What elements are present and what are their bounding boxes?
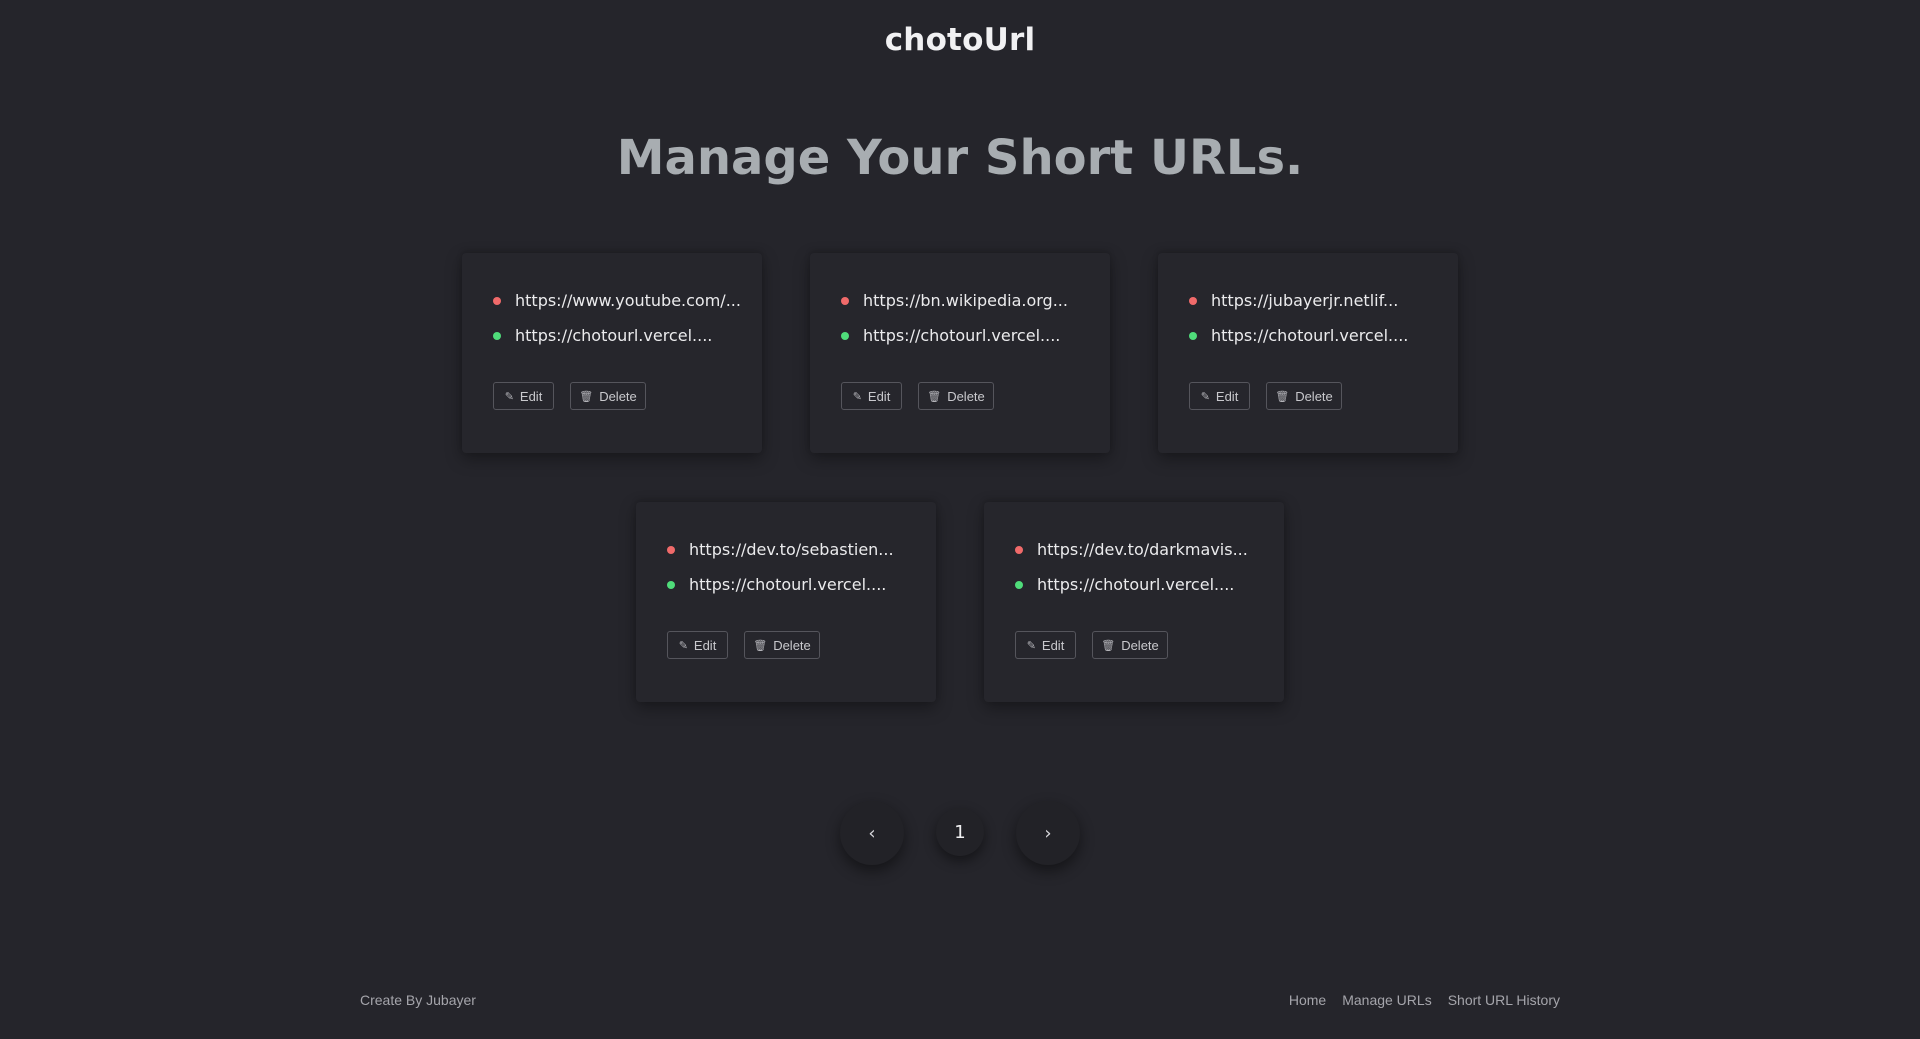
trash-icon: 🗑 (1101, 639, 1116, 652)
pencil-icon: ✎ (1200, 390, 1210, 403)
delete-button[interactable]: 🗑 Delete (1092, 631, 1168, 659)
short-url: https://chotourl.vercel.... (841, 326, 1060, 345)
next-page-button[interactable]: › (1016, 801, 1080, 865)
delete-button[interactable]: 🗑 Delete (570, 382, 646, 410)
chevron-right-icon: › (1044, 822, 1052, 844)
pencil-icon: ✎ (678, 639, 688, 652)
short-url-text[interactable]: https://chotourl.vercel.... (863, 326, 1060, 345)
chevron-left-icon: ‹ (868, 822, 876, 844)
original-url-text: https://dev.to/darkmavis... (1037, 540, 1248, 559)
short-url-dot (1189, 331, 1197, 340)
edit-button[interactable]: ✎ Edit (493, 382, 554, 410)
original-url-dot (493, 296, 501, 305)
original-url-text: https://bn.wikipedia.org... (863, 291, 1068, 310)
short-url: https://chotourl.vercel.... (1015, 575, 1234, 594)
footer-link-manage-urls[interactable]: Manage URLs (1342, 992, 1432, 1008)
original-url: https://jubayerjr.netlif... (1189, 291, 1398, 310)
prev-page-button[interactable]: ‹ (840, 801, 904, 865)
short-url-dot (841, 331, 849, 340)
page-title: Manage Your Short URLs. (616, 130, 1304, 186)
original-url-dot (841, 296, 849, 305)
short-url-text[interactable]: https://chotourl.vercel.... (689, 575, 886, 594)
delete-label: Delete (947, 388, 985, 404)
delete-button[interactable]: 🗑 Delete (918, 382, 994, 410)
trash-icon: 🗑 (927, 390, 942, 403)
edit-button[interactable]: ✎ Edit (1015, 631, 1076, 659)
trash-icon: 🗑 (753, 639, 768, 652)
original-url-dot (1189, 296, 1197, 305)
original-url-dot (667, 545, 675, 554)
pencil-icon: ✎ (852, 390, 862, 403)
trash-icon: 🗑 (579, 390, 594, 403)
original-url-text: https://www.youtube.com/... (515, 291, 741, 310)
trash-icon: 🗑 (1275, 390, 1290, 403)
edit-label: Edit (519, 388, 543, 404)
short-url-text[interactable]: https://chotourl.vercel.... (1037, 575, 1234, 594)
short-url-dot (667, 580, 675, 589)
short-url: https://chotourl.vercel.... (1189, 326, 1408, 345)
original-url: https://dev.to/sebastien... (667, 540, 894, 559)
delete-label: Delete (773, 637, 811, 653)
original-url-text: https://dev.to/sebastien... (689, 540, 894, 559)
short-url: https://chotourl.vercel.... (493, 326, 712, 345)
url-card: https://dev.to/sebastien... https://chot… (636, 502, 936, 702)
edit-label: Edit (867, 388, 891, 404)
pencil-icon: ✎ (1026, 639, 1036, 652)
short-url-dot (1015, 580, 1023, 589)
original-url: https://www.youtube.com/... (493, 291, 741, 310)
footer-credit: Create By Jubayer (360, 992, 476, 1008)
url-card: https://www.youtube.com/... https://chot… (462, 253, 762, 453)
original-url-dot (1015, 545, 1023, 554)
delete-label: Delete (599, 388, 637, 404)
footer-nav: Home Manage URLs Short URL History (1289, 992, 1560, 1008)
original-url: https://dev.to/darkmavis... (1015, 540, 1248, 559)
edit-label: Edit (1041, 637, 1065, 653)
brand-logo[interactable]: chotoUrl (0, 22, 1920, 58)
delete-label: Delete (1121, 637, 1159, 653)
page: chotoUrl Manage Your Short URLs. https:/… (0, 0, 1920, 1039)
original-url: https://bn.wikipedia.org... (841, 291, 1068, 310)
short-url-dot (493, 331, 501, 340)
edit-button[interactable]: ✎ Edit (841, 382, 902, 410)
footer-link-home[interactable]: Home (1289, 992, 1326, 1008)
url-card: https://bn.wikipedia.org... https://chot… (810, 253, 1110, 453)
short-url-text[interactable]: https://chotourl.vercel.... (515, 326, 712, 345)
url-card: https://jubayerjr.netlif... https://chot… (1158, 253, 1458, 453)
page-number-button[interactable]: 1 (936, 808, 984, 856)
short-url: https://chotourl.vercel.... (667, 575, 886, 594)
delete-button[interactable]: 🗑 Delete (744, 631, 820, 659)
short-url-text[interactable]: https://chotourl.vercel.... (1211, 326, 1408, 345)
edit-button[interactable]: ✎ Edit (1189, 382, 1250, 410)
pencil-icon: ✎ (504, 390, 514, 403)
url-card: https://dev.to/darkmavis... https://chot… (984, 502, 1284, 702)
original-url-text: https://jubayerjr.netlif... (1211, 291, 1399, 310)
edit-button[interactable]: ✎ Edit (667, 631, 728, 659)
delete-button[interactable]: 🗑 Delete (1266, 382, 1342, 410)
edit-label: Edit (693, 637, 717, 653)
delete-label: Delete (1295, 388, 1333, 404)
footer-link-short-url-history[interactable]: Short URL History (1448, 992, 1560, 1008)
edit-label: Edit (1215, 388, 1239, 404)
